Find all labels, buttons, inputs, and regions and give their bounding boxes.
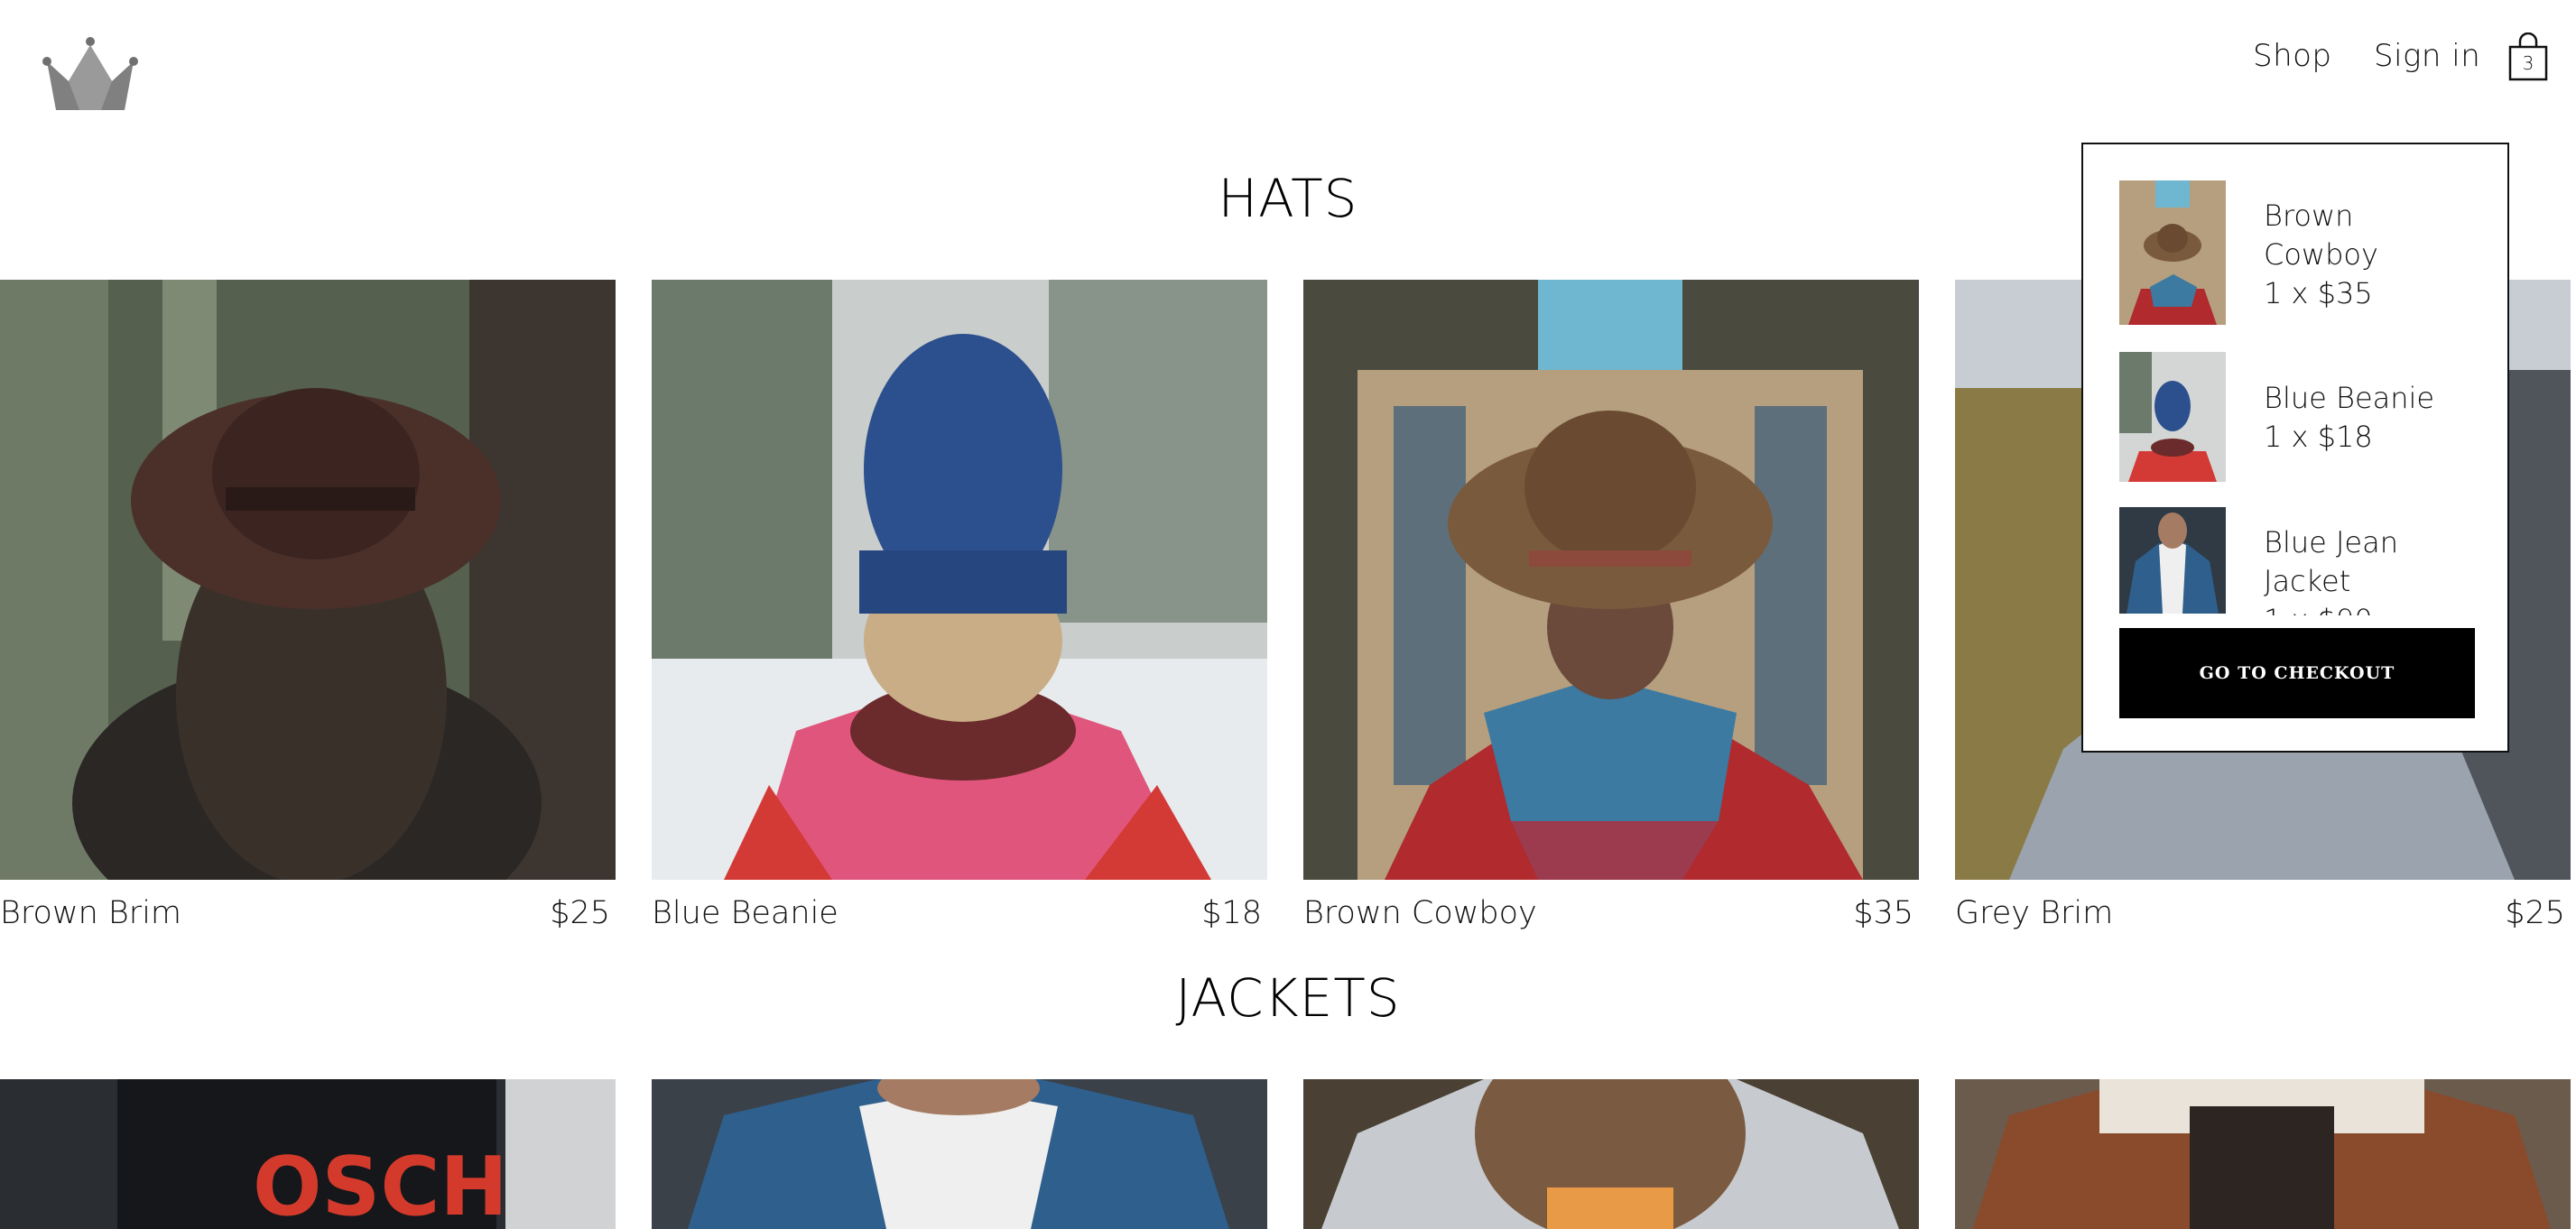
product-name: Grey Brim — [1955, 895, 2114, 931]
cart-dropdown: Brown Cowboy 1 x $35 Blue Beanie 1 x $18 — [2081, 143, 2509, 753]
product-price: $35 — [1853, 895, 1913, 931]
crown-logo-icon[interactable] — [42, 36, 139, 116]
product-card[interactable] — [652, 1079, 1267, 1229]
product-image[interactable] — [0, 280, 616, 880]
product-card[interactable] — [1955, 1079, 2571, 1229]
nav-signin-link[interactable]: Sign in — [2374, 38, 2480, 74]
cart-item-name: Brown Cowboy — [2264, 199, 2378, 272]
product-image[interactable] — [652, 1079, 1267, 1229]
product-image[interactable] — [1303, 1079, 1919, 1229]
product-name: Blue Beanie — [652, 895, 839, 931]
cart-item-count: 3 — [2522, 52, 2534, 74]
cart-item-name: Blue Jean Jacket — [2264, 525, 2398, 598]
go-to-checkout-button[interactable]: GO TO CHECKOUT — [2119, 628, 2475, 718]
svg-text:OSCH: OSCH — [253, 1140, 508, 1229]
product-name: Brown Cowboy — [1303, 895, 1537, 931]
cart-item-thumbnail — [2119, 507, 2226, 614]
product-card[interactable]: OSCH — [0, 1079, 616, 1229]
cart-item-thumbnail — [2119, 180, 2226, 325]
header: Shop Sign in 3 — [0, 0, 2576, 126]
product-card[interactable] — [1303, 1079, 1919, 1229]
cart-item-quantity: 1 x $35 — [2264, 276, 2373, 310]
product-image[interactable] — [1303, 280, 1919, 880]
product-card[interactable]: Brown Brim $25 — [0, 280, 616, 947]
cart-item-quantity: 1 x $90 — [2264, 601, 2444, 615]
shopping-bag-icon[interactable]: 3 — [2506, 32, 2551, 83]
product-image[interactable] — [652, 280, 1267, 880]
product-card[interactable]: Blue Beanie $18 — [652, 280, 1267, 947]
cart-items-list[interactable]: Brown Cowboy 1 x $35 Blue Beanie 1 x $18 — [2119, 180, 2480, 615]
cart-item-quantity: 1 x $18 — [2264, 420, 2373, 454]
cart-item-thumbnail — [2119, 352, 2226, 482]
product-card[interactable]: Brown Cowboy $35 — [1303, 280, 1919, 947]
product-price: $25 — [2505, 895, 2565, 931]
product-name: Brown Brim — [0, 895, 182, 931]
cart-item-name: Blue Beanie — [2264, 381, 2435, 415]
product-image[interactable] — [1955, 1079, 2571, 1229]
product-price: $18 — [1201, 895, 1262, 931]
nav-shop-link[interactable]: Shop — [2253, 38, 2332, 74]
product-image[interactable]: OSCH — [0, 1079, 616, 1229]
product-price: $25 — [550, 895, 610, 931]
section-title-jackets[interactable]: JACKETS — [0, 967, 2576, 1029]
